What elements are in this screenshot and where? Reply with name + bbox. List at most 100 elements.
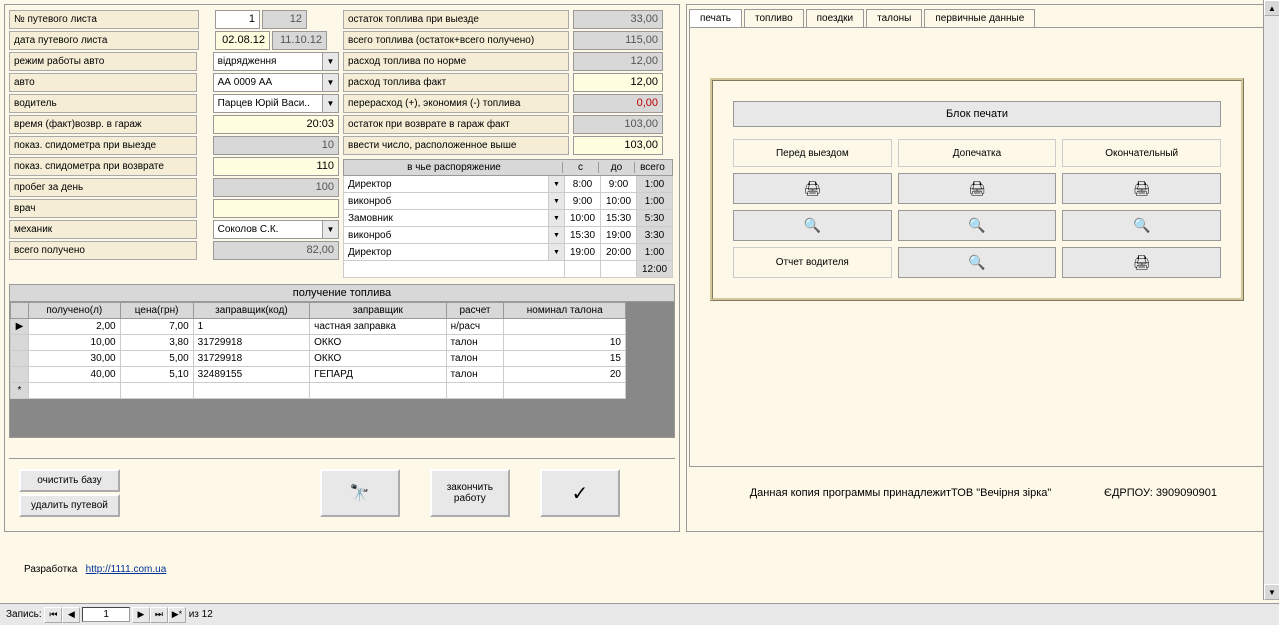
nav-next-button[interactable]: ▶ — [132, 607, 150, 623]
edrpou-value: 3909090901 — [1156, 487, 1217, 499]
label-total-received: всего получено — [9, 241, 197, 260]
label-overrun: перерасход (+), экономия (-) топлива — [343, 94, 569, 113]
magnifier-icon: 🔍 — [1133, 217, 1150, 234]
fuel-total: 115,00 — [573, 31, 663, 50]
print-block-title: Блок печати — [733, 101, 1221, 127]
input-enter-above[interactable]: 103,00 — [573, 136, 663, 155]
date2: 11.10.12 — [272, 31, 327, 50]
chevron-down-icon[interactable]: ▼ — [548, 176, 564, 192]
input-fuel-fact[interactable]: 12,00 — [573, 73, 663, 92]
print-block: Блок печати Перед выездом Допечатка Окон… — [710, 78, 1244, 301]
status-bar: Запись: ⏮ ◀ 1 ▶ ⏭ ▶* из 12 — [0, 603, 1279, 625]
table-row[interactable]: 40,005,1032489155ГЕПАРДталон20 — [11, 367, 626, 383]
label-fuel-fact: расход топлива факт — [343, 73, 569, 92]
return-fact: 103,00 — [573, 115, 663, 134]
check-icon: ✓ — [571, 481, 588, 506]
magnifier-icon: 🔍 — [968, 254, 985, 271]
magnifier-icon: 🔍 — [804, 217, 821, 234]
confirm-button[interactable]: ✓ — [540, 469, 620, 517]
label-fuel-out: остаток топлива при выезде — [343, 10, 569, 29]
print-header-extra: Допечатка — [898, 139, 1057, 167]
preview-final-button[interactable]: 🔍 — [1062, 210, 1221, 241]
chevron-down-icon[interactable]: ▼ — [322, 53, 338, 70]
printer-icon: 🖨 — [1133, 180, 1151, 197]
table-row[interactable]: 30,005,0031729918ОККОталон15 — [11, 351, 626, 367]
combo-driver[interactable]: Парцев Юрій Васи.. ▼ — [213, 94, 339, 113]
table-row[interactable]: ▶2,007,001частная заправкан/расч — [11, 319, 626, 335]
label-sheet-no: № путевого листа — [9, 10, 199, 29]
record-label: Запись: — [6, 609, 42, 620]
print-extra-button[interactable]: 🖨 — [898, 173, 1057, 204]
disposal-grand-total: 12:00 — [637, 261, 673, 278]
print-header-before: Перед выездом — [733, 139, 892, 167]
printer-icon: 🖨 — [803, 180, 821, 197]
label-odo-out: показ. спидометра при выезде — [9, 136, 197, 155]
preview-before-button[interactable]: 🔍 — [733, 210, 892, 241]
search-button[interactable]: 🔭 — [320, 469, 400, 517]
disposal-row[interactable]: виконроб▼15:3019:003:30 — [343, 227, 673, 244]
nav-new-button[interactable]: ▶* — [168, 607, 186, 623]
tab-топливо[interactable]: топливо — [744, 9, 804, 27]
driver-report-preview-button[interactable]: 🔍 — [898, 247, 1057, 278]
chevron-down-icon[interactable]: ▼ — [322, 95, 338, 112]
printer-icon: 🖨 — [968, 180, 986, 197]
fuel-table[interactable]: получено(л) цена(грн) заправщик(код) зап… — [10, 302, 626, 399]
label-enter-above: ввести число, расположенное выше — [343, 136, 569, 155]
tab-поездки[interactable]: поездки — [806, 9, 864, 27]
nav-last-button[interactable]: ⏭ — [150, 607, 168, 623]
tab-первичные данные[interactable]: первичные данные — [924, 9, 1035, 27]
print-before-button[interactable]: 🖨 — [733, 173, 892, 204]
table-row[interactable]: 10,003,8031729918ОККОталон10 — [11, 335, 626, 351]
chevron-down-icon[interactable]: ▼ — [548, 227, 564, 243]
chevron-down-icon[interactable]: ▼ — [548, 193, 564, 209]
nav-prev-button[interactable]: ◀ — [62, 607, 80, 623]
chevron-down-icon[interactable]: ▼ — [322, 221, 338, 238]
clear-db-button[interactable]: очистить базу — [19, 469, 120, 492]
binoculars-icon: 🔭 — [350, 483, 370, 503]
chevron-down-icon[interactable]: ▼ — [548, 210, 564, 226]
print-header-final: Окончательный — [1062, 139, 1221, 167]
preview-extra-button[interactable]: 🔍 — [898, 210, 1057, 241]
label-odo-in: показ. спидометра при возврате — [9, 157, 197, 176]
overrun: 0,00 — [573, 94, 663, 113]
label-sheet-date: дата путевого листа — [9, 31, 199, 50]
fuel-section: получение топлива получено(л) цена(грн) … — [9, 284, 675, 438]
disposal-row[interactable]: Замовник▼10:0015:305:30 — [343, 210, 673, 227]
combo-mechanic[interactable]: Соколов С.К. ▼ — [213, 220, 339, 239]
combo-work-mode[interactable]: відрядження ▼ — [213, 52, 339, 71]
label-mechanic: механик — [9, 220, 197, 239]
chevron-down-icon[interactable]: ▼ — [322, 74, 338, 91]
dev-link[interactable]: http://1111.com.ua — [86, 564, 167, 575]
record-current[interactable]: 1 — [82, 607, 130, 622]
driver-report-print-button[interactable]: 🖨 — [1062, 247, 1221, 278]
combo-auto[interactable]: АА 0009 АА ▼ — [213, 73, 339, 92]
label-work-mode: режим работы авто — [9, 52, 197, 71]
disposal-row[interactable]: виконроб▼9:0010:001:00 — [343, 193, 673, 210]
dev-credit: Разработка http://1111.com.ua — [24, 564, 166, 575]
vertical-scrollbar[interactable]: ▲ ▼ — [1263, 0, 1279, 600]
chevron-down-icon[interactable]: ▼ — [548, 244, 564, 260]
input-sheet-no[interactable]: 1 — [215, 10, 260, 29]
left-panel: № путевого листа 1 12 дата путевого лист… — [4, 4, 680, 532]
fuel-out: 33,00 — [573, 10, 663, 29]
fuel-title: получение топлива — [10, 285, 674, 302]
input-doctor[interactable] — [213, 199, 339, 218]
finish-button[interactable]: закончить работу — [430, 469, 510, 517]
disposal-row[interactable]: Директор▼8:009:001:00 — [343, 176, 673, 193]
tab-печать[interactable]: печать — [689, 9, 742, 27]
tab-талоны[interactable]: талоны — [866, 9, 922, 27]
copy-owner: Данная копия программы принадлежитТОВ "В… — [750, 487, 1052, 499]
print-final-button[interactable]: 🖨 — [1062, 173, 1221, 204]
label-auto: авто — [9, 73, 197, 92]
scroll-down-icon[interactable]: ▼ — [1264, 584, 1279, 600]
disposal-title: в чье распоряжение — [346, 162, 562, 173]
label-fuel-total: всего топлива (остаток+всего получено) — [343, 31, 569, 50]
input-return-time[interactable]: 20:03 — [213, 115, 339, 134]
input-odo-in[interactable]: 110 — [213, 157, 339, 176]
scroll-up-icon[interactable]: ▲ — [1264, 0, 1279, 16]
delete-sheet-button[interactable]: удалить путевой — [19, 494, 120, 517]
input-date1[interactable]: 02.08.12 — [215, 31, 270, 50]
nav-first-button[interactable]: ⏮ — [44, 607, 62, 623]
label-driver: водитель — [9, 94, 197, 113]
disposal-row[interactable]: Директор▼19:0020:001:00 — [343, 244, 673, 261]
